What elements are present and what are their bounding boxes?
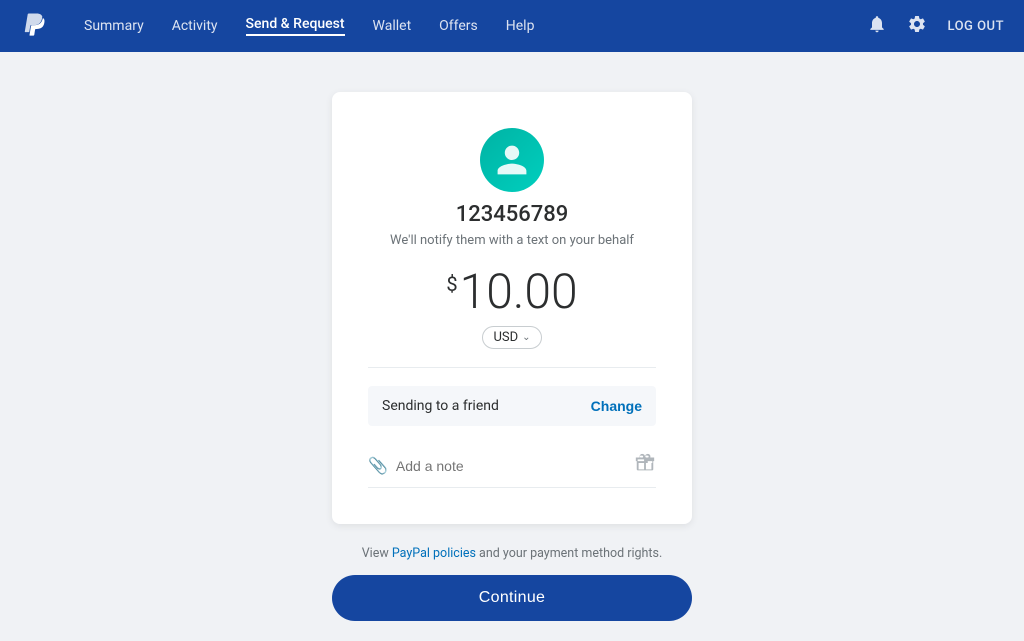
paperclip-icon: 📎 [368,456,388,475]
change-button[interactable]: Change [591,398,642,414]
continue-button[interactable]: Continue [332,575,692,621]
paypal-logo [20,10,48,42]
currency-symbol: $ [446,274,457,294]
logout-button[interactable]: LOG OUT [947,19,1004,34]
send-type-row: Sending to a friend Change [368,386,656,426]
nav-activity[interactable]: Activity [172,18,218,34]
send-type-label: Sending to a friend [382,398,499,414]
footer-text: View PayPal policies and your payment me… [362,546,663,561]
person-icon [494,142,530,178]
nav-icons-group: LOG OUT [867,14,1004,39]
payment-card: 123456789 We'll notify them with a text … [332,92,692,524]
divider-top [368,367,656,368]
chevron-down-icon: ⌄ [522,332,530,343]
recipient-name: 123456789 [456,202,569,227]
nav-help[interactable]: Help [506,18,535,34]
main-content: 123456789 We'll notify them with a text … [0,52,1024,641]
nav-wallet[interactable]: Wallet [373,18,412,34]
nav-summary[interactable]: Summary [84,18,144,34]
gift-svg [634,452,656,474]
recipient-avatar [480,128,544,192]
paypal-policies-link[interactable]: PayPal policies [392,546,476,561]
amount-section: $ 10.00 USD ⌄ [368,268,656,349]
notify-text: We'll notify them with a text on your be… [390,233,634,248]
nav-offers[interactable]: Offers [439,18,478,34]
settings-gear-button[interactable] [907,14,927,39]
note-input[interactable] [396,458,626,474]
amount-display: $ 10.00 [446,268,577,316]
amount-value: 10.00 [460,268,578,316]
nav-send-request[interactable]: Send & Request [246,16,345,36]
recipient-section: 123456789 We'll notify them with a text … [368,128,656,248]
navigation: Summary Activity Send & Request Wallet O… [0,0,1024,52]
note-row: 📎 [368,444,656,488]
bell-icon [867,14,887,34]
currency-selector[interactable]: USD ⌄ [482,326,541,349]
notification-bell-button[interactable] [867,14,887,39]
footer-prefix: View [362,546,392,561]
gift-icon[interactable] [634,452,656,479]
currency-code: USD [493,330,518,345]
gear-icon [907,14,927,34]
footer-suffix: and your payment method rights. [476,546,662,561]
